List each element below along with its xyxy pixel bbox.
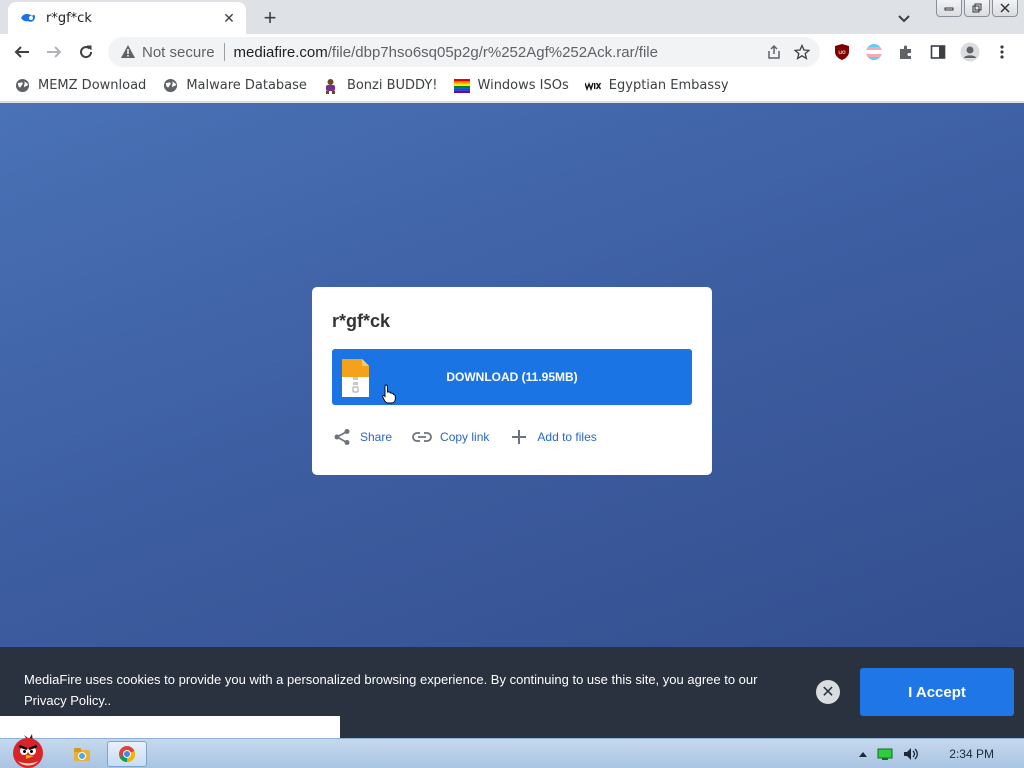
menu-kebab-icon[interactable] xyxy=(990,40,1014,64)
bookmark-star-icon[interactable] xyxy=(794,44,810,60)
download-label: DOWNLOAD (11.95MB) xyxy=(446,370,578,384)
trans-flag-extension-icon[interactable] xyxy=(862,40,886,64)
ublock-origin-icon[interactable]: uo xyxy=(830,40,854,64)
back-arrow-icon[interactable] xyxy=(10,40,34,64)
taskbar-chrome-icon[interactable] xyxy=(107,741,147,767)
page-background: r*gf*ck DOWNLOAD (11.95MB) Share Copy li… xyxy=(0,103,1024,647)
copy-link-action[interactable]: Copy link xyxy=(412,427,489,447)
bookmark-label: Malware Database xyxy=(186,78,307,93)
forward-arrow-icon[interactable] xyxy=(42,40,66,64)
mediafire-favicon-icon xyxy=(21,13,35,22)
share-label: Share xyxy=(360,430,393,444)
url-domain: mediafire.com xyxy=(233,43,328,61)
restore-icon[interactable] xyxy=(964,0,990,17)
url-path: /file/dbp7hso6sq05p2g/r%252Agf%252Ack.ra… xyxy=(327,43,658,61)
share-action[interactable]: Share xyxy=(332,427,392,447)
omnibox-divider xyxy=(223,43,225,61)
start-button-angry-bird-icon[interactable] xyxy=(4,731,50,768)
cookie-message: MediaFire uses cookies to provide you wi… xyxy=(24,672,758,708)
minimize-icon[interactable] xyxy=(936,0,962,17)
globe-icon xyxy=(162,78,178,94)
plus-icon xyxy=(509,427,529,447)
new-tab-button[interactable]: + xyxy=(258,5,282,30)
bookmark-windows-isos[interactable]: Windows ISOs xyxy=(453,78,569,94)
bookmark-egyptian-embassy[interactable]: Egyptian Embassy xyxy=(584,78,729,94)
warning-triangle-icon[interactable] xyxy=(120,44,136,60)
share-icon xyxy=(332,427,352,447)
volume-icon[interactable] xyxy=(903,747,921,761)
bookmark-label: Bonzi BUDDY! xyxy=(346,78,438,93)
network-icon[interactable] xyxy=(877,747,893,761)
tab-strip: r*gf*ck ✕ + xyxy=(0,0,1024,34)
file-title: r*gf*ck xyxy=(332,311,391,331)
rainbow-flag-icon xyxy=(453,78,470,94)
copy-link-label: Copy link xyxy=(440,430,490,444)
profile-avatar-icon[interactable] xyxy=(958,40,982,64)
cookie-close-icon[interactable]: ✕ xyxy=(816,680,840,704)
tab-search-chevron-icon[interactable] xyxy=(893,8,915,30)
accept-cookies-button[interactable]: I Accept xyxy=(860,668,1014,716)
taskbar-clock[interactable]: 2:34 PM xyxy=(949,747,994,761)
address-bar[interactable]: Not secure mediafire.com/file/dbp7hso6sq… xyxy=(108,37,820,67)
bookmark-label: MEMZ Download xyxy=(38,78,147,93)
taskbar-explorer-icon[interactable] xyxy=(62,741,102,767)
reload-icon[interactable] xyxy=(74,40,98,64)
globe-icon xyxy=(14,78,30,94)
add-to-files-label: Add to files xyxy=(537,430,597,444)
blank-overlay-bar xyxy=(0,716,340,738)
add-to-files-action[interactable]: Add to files xyxy=(509,427,597,447)
download-card: r*gf*ck DOWNLOAD (11.95MB) Share Copy li… xyxy=(312,287,712,475)
download-button[interactable]: DOWNLOAD (11.95MB) xyxy=(332,349,692,405)
file-actions: Share Copy link Add to files xyxy=(332,427,692,447)
url-text[interactable]: mediafire.com/file/dbp7hso6sq05p2g/r%252… xyxy=(234,44,766,61)
bookmark-memz-download[interactable]: MEMZ Download xyxy=(14,78,146,94)
browser-toolbar: Not secure mediafire.com/file/dbp7hso6sq… xyxy=(0,34,1024,70)
link-icon xyxy=(412,427,432,447)
system-tray: 2:34 PM xyxy=(859,739,1024,768)
extensions-puzzle-icon[interactable] xyxy=(894,40,918,64)
bookmarks-bar: MEMZ Download Malware Database Bonzi BUD… xyxy=(0,70,1024,102)
side-panel-icon[interactable] xyxy=(926,40,950,64)
tab-active[interactable]: r*gf*ck ✕ xyxy=(8,2,246,34)
bookmark-bonzi-buddy[interactable]: Bonzi BUDDY! xyxy=(323,78,438,94)
tray-expand-icon[interactable] xyxy=(859,751,868,757)
not-secure-label[interactable]: Not secure xyxy=(142,44,215,61)
bookmark-malware-database[interactable]: Malware Database xyxy=(162,78,307,94)
share-page-icon[interactable] xyxy=(766,44,782,60)
bookmark-label: Windows ISOs xyxy=(477,78,569,93)
tab-title: r*gf*ck xyxy=(46,10,92,26)
window-controls xyxy=(936,0,1018,17)
zip-archive-icon xyxy=(342,359,369,397)
bookmark-label: Egyptian Embassy xyxy=(608,78,729,93)
taskbar: 2:34 PM xyxy=(0,734,1024,768)
svg-text:uo: uo xyxy=(838,49,846,56)
bonzi-icon xyxy=(323,78,339,94)
tab-close-icon[interactable]: ✕ xyxy=(220,9,238,27)
hand-cursor-icon xyxy=(382,384,396,404)
wix-icon xyxy=(584,78,601,94)
close-window-icon[interactable] xyxy=(992,0,1018,17)
